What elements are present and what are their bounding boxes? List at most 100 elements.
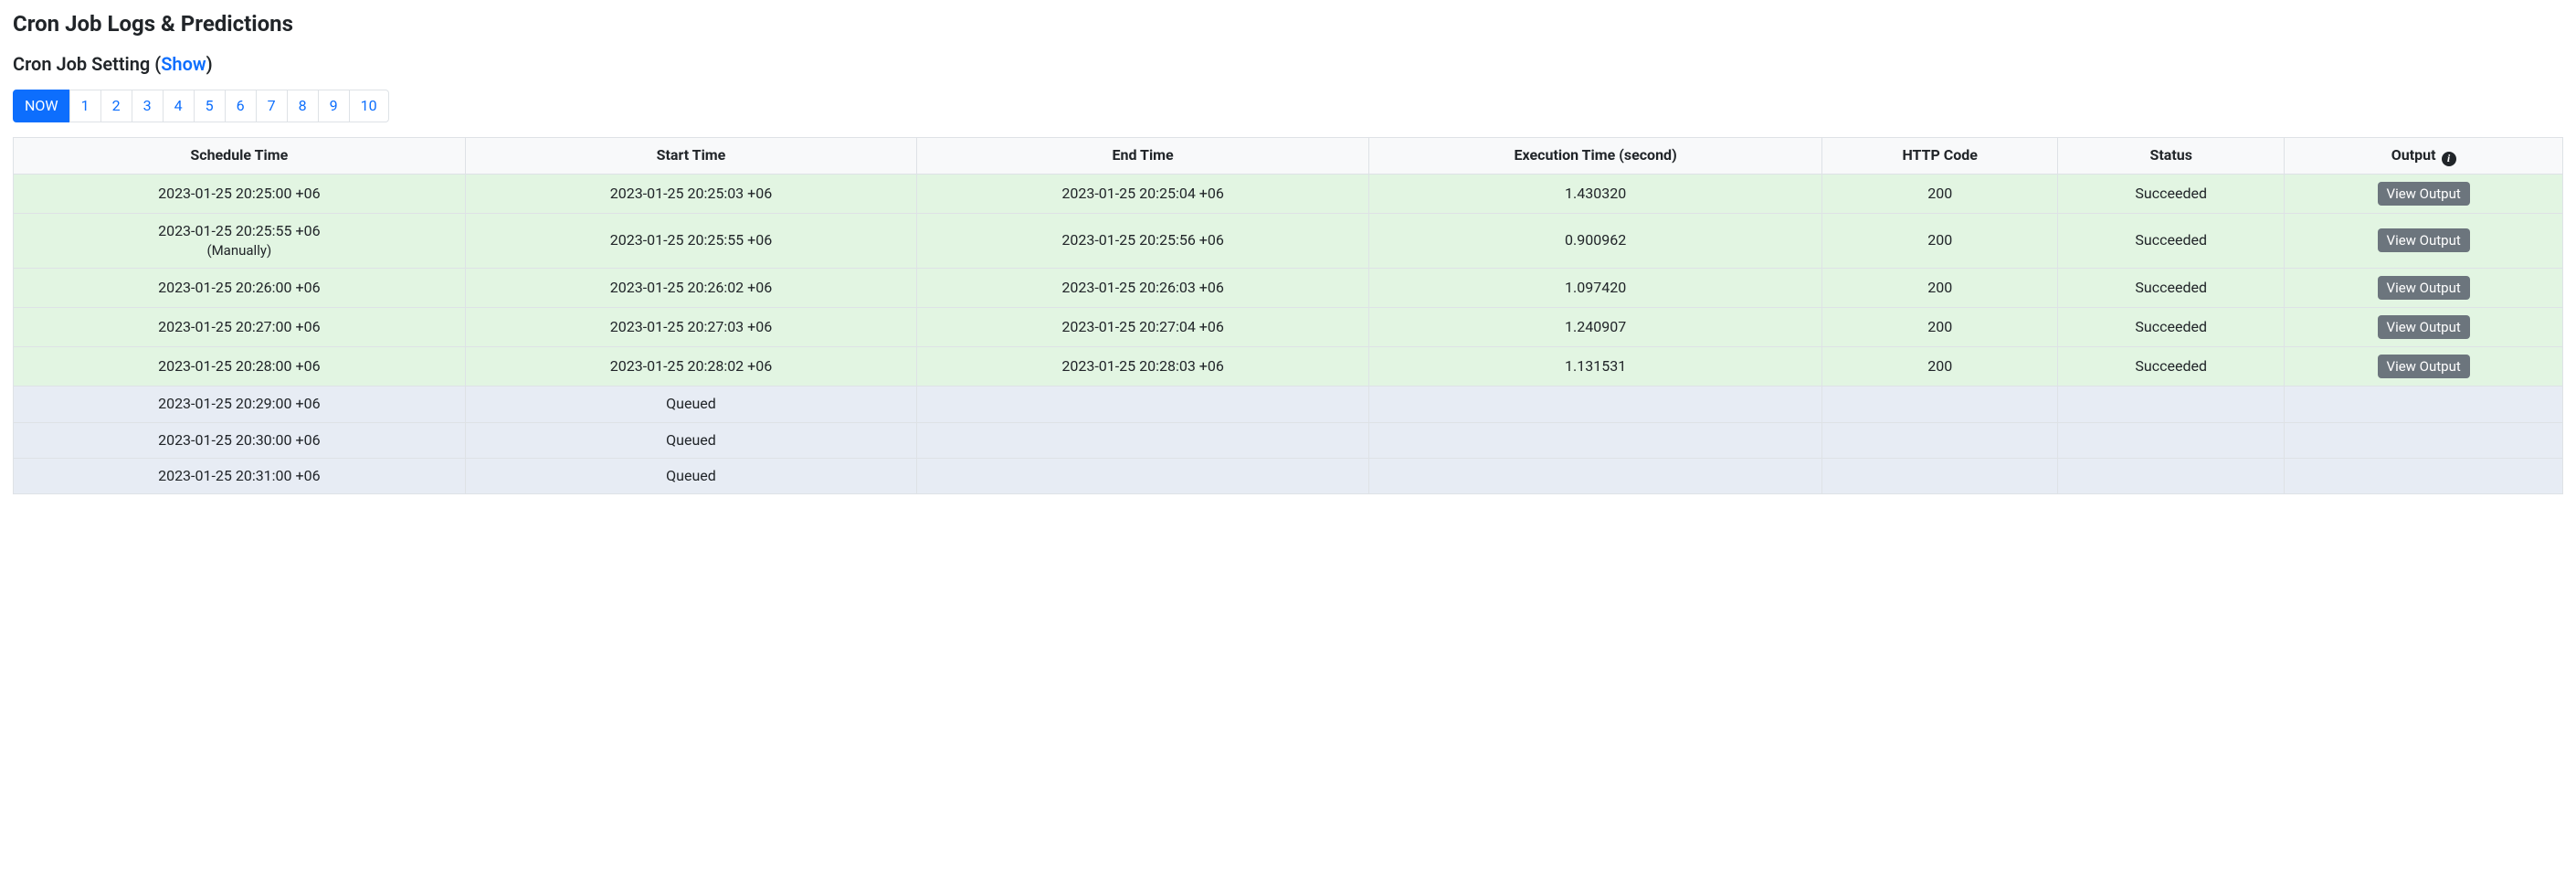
cell-start-time: 2023-01-25 20:25:03 +06 [465, 174, 917, 213]
page-item-3[interactable]: 3 [132, 90, 164, 122]
schedule-time-value: 2023-01-25 20:28:00 +06 [158, 357, 320, 375]
view-output-button[interactable]: View Output [2378, 182, 2470, 206]
table-row: 2023-01-25 20:26:00 +06 2023-01-25 20:26:… [14, 269, 2563, 308]
logs-table: Schedule Time Start Time End Time Execut… [13, 137, 2563, 494]
cell-http-code [1822, 458, 2058, 493]
cell-http-code [1822, 387, 2058, 422]
cell-http-code: 200 [1822, 213, 2058, 268]
col-output: Output i [2285, 138, 2563, 174]
cell-end-time [917, 422, 1369, 458]
cell-http-code [1822, 422, 2058, 458]
cell-status: Succeeded [2058, 308, 2285, 347]
info-icon[interactable]: i [2442, 152, 2456, 166]
cell-output: View Output [2285, 174, 2563, 213]
cell-schedule-time: 2023-01-25 20:29:00 +06 [14, 387, 466, 422]
cell-start-time: 2023-01-25 20:28:02 +06 [465, 347, 917, 387]
cell-schedule-time: 2023-01-25 20:28:00 +06 [14, 347, 466, 387]
table-header-row: Schedule Time Start Time End Time Execut… [14, 138, 2563, 174]
cell-output: View Output [2285, 269, 2563, 308]
schedule-time-value: 2023-01-25 20:25:00 +06 [158, 185, 320, 202]
cell-output [2285, 387, 2563, 422]
col-start-time: Start Time [465, 138, 917, 174]
cell-status: Succeeded [2058, 213, 2285, 268]
page-item-7[interactable]: 7 [256, 90, 288, 122]
cell-schedule-time: 2023-01-25 20:31:00 +06 [14, 458, 466, 493]
cell-status: Succeeded [2058, 269, 2285, 308]
table-row: 2023-01-25 20:27:00 +06 2023-01-25 20:27:… [14, 308, 2563, 347]
cell-exec-time [1368, 458, 1821, 493]
cell-status: Succeeded [2058, 347, 2285, 387]
cell-exec-time: 1.097420 [1368, 269, 1821, 308]
cell-start-time: 2023-01-25 20:26:02 +06 [465, 269, 917, 308]
cell-start-time: 2023-01-25 20:25:55 +06 [465, 213, 917, 268]
schedule-time-value: 2023-01-25 20:30:00 +06 [158, 431, 320, 449]
cron-setting-heading: Cron Job Setting (Show) [13, 53, 2563, 75]
table-row: 2023-01-25 20:25:00 +06 2023-01-25 20:25:… [14, 174, 2563, 213]
page-item-8[interactable]: 8 [287, 90, 319, 122]
cell-exec-time [1368, 387, 1821, 422]
cell-output: View Output [2285, 347, 2563, 387]
cell-end-time [917, 458, 1369, 493]
cell-exec-time: 1.240907 [1368, 308, 1821, 347]
page-title: Cron Job Logs & Predictions [13, 11, 2563, 37]
schedule-time-value: 2023-01-25 20:25:55 +06 [158, 222, 320, 239]
cell-output [2285, 458, 2563, 493]
pagination: NOW12345678910 [13, 90, 2563, 122]
col-output-label: Output [2391, 146, 2436, 164]
cell-exec-time: 1.430320 [1368, 174, 1821, 213]
schedule-time-value: 2023-01-25 20:27:00 +06 [158, 318, 320, 335]
cell-schedule-time: 2023-01-25 20:26:00 +06 [14, 269, 466, 308]
cell-end-time: 2023-01-25 20:27:04 +06 [917, 308, 1369, 347]
cell-output: View Output [2285, 308, 2563, 347]
page-item-9[interactable]: 9 [318, 90, 350, 122]
view-output-button[interactable]: View Output [2378, 315, 2470, 339]
cell-status [2058, 422, 2285, 458]
cell-end-time: 2023-01-25 20:28:03 +06 [917, 347, 1369, 387]
col-schedule-time: Schedule Time [14, 138, 466, 174]
col-http-code: HTTP Code [1822, 138, 2058, 174]
show-setting-link[interactable]: Show [161, 53, 206, 75]
table-row: 2023-01-25 20:29:00 +06 Queued [14, 387, 2563, 422]
col-exec-time: Execution Time (second) [1368, 138, 1821, 174]
cell-schedule-time: 2023-01-25 20:27:00 +06 [14, 308, 466, 347]
table-row: 2023-01-25 20:25:55 +06(Manually)2023-01… [14, 213, 2563, 268]
cell-status: Succeeded [2058, 174, 2285, 213]
cell-schedule-time: 2023-01-25 20:30:00 +06 [14, 422, 466, 458]
cell-exec-time: 1.131531 [1368, 347, 1821, 387]
page-item-1[interactable]: 1 [69, 90, 101, 122]
schedule-time-value: 2023-01-25 20:26:00 +06 [158, 279, 320, 296]
col-status: Status [2058, 138, 2285, 174]
page-item-now[interactable]: NOW [13, 90, 70, 122]
cell-output [2285, 422, 2563, 458]
page-item-10[interactable]: 10 [349, 90, 389, 122]
schedule-time-value: 2023-01-25 20:31:00 +06 [158, 467, 320, 484]
schedule-note: (Manually) [23, 241, 456, 260]
cell-start-time: 2023-01-25 20:27:03 +06 [465, 308, 917, 347]
schedule-time-value: 2023-01-25 20:29:00 +06 [158, 395, 320, 412]
page-item-4[interactable]: 4 [163, 90, 195, 122]
view-output-button[interactable]: View Output [2378, 228, 2470, 252]
view-output-button[interactable]: View Output [2378, 355, 2470, 378]
cron-setting-suffix: ) [206, 53, 213, 75]
page-item-5[interactable]: 5 [194, 90, 226, 122]
page-item-6[interactable]: 6 [225, 90, 257, 122]
cell-status [2058, 387, 2285, 422]
cell-start-time: Queued [465, 387, 917, 422]
cell-schedule-time: 2023-01-25 20:25:55 +06 (Manually) [14, 213, 466, 268]
table-row: 2023-01-25 20:31:00 +06 Queued [14, 458, 2563, 493]
view-output-button[interactable]: View Output [2378, 276, 2470, 300]
cell-http-code: 200 [1822, 269, 2058, 308]
cell-start-time: Queued [465, 422, 917, 458]
cell-end-time [917, 387, 1369, 422]
cell-end-time: 2023-01-25 20:26:03 +06 [917, 269, 1369, 308]
cell-start-time: Queued [465, 458, 917, 493]
table-row: 2023-01-25 20:30:00 +06 Queued [14, 422, 2563, 458]
cell-output: View Output [2285, 213, 2563, 268]
cell-end-time: 2023-01-25 20:25:04 +06 [917, 174, 1369, 213]
page-item-2[interactable]: 2 [100, 90, 132, 122]
table-row: 2023-01-25 20:28:00 +06 2023-01-25 20:28:… [14, 347, 2563, 387]
cell-http-code: 200 [1822, 174, 2058, 213]
cell-end-time: 2023-01-25 20:25:56 +06 [917, 213, 1369, 268]
cell-http-code: 200 [1822, 308, 2058, 347]
col-end-time: End Time [917, 138, 1369, 174]
